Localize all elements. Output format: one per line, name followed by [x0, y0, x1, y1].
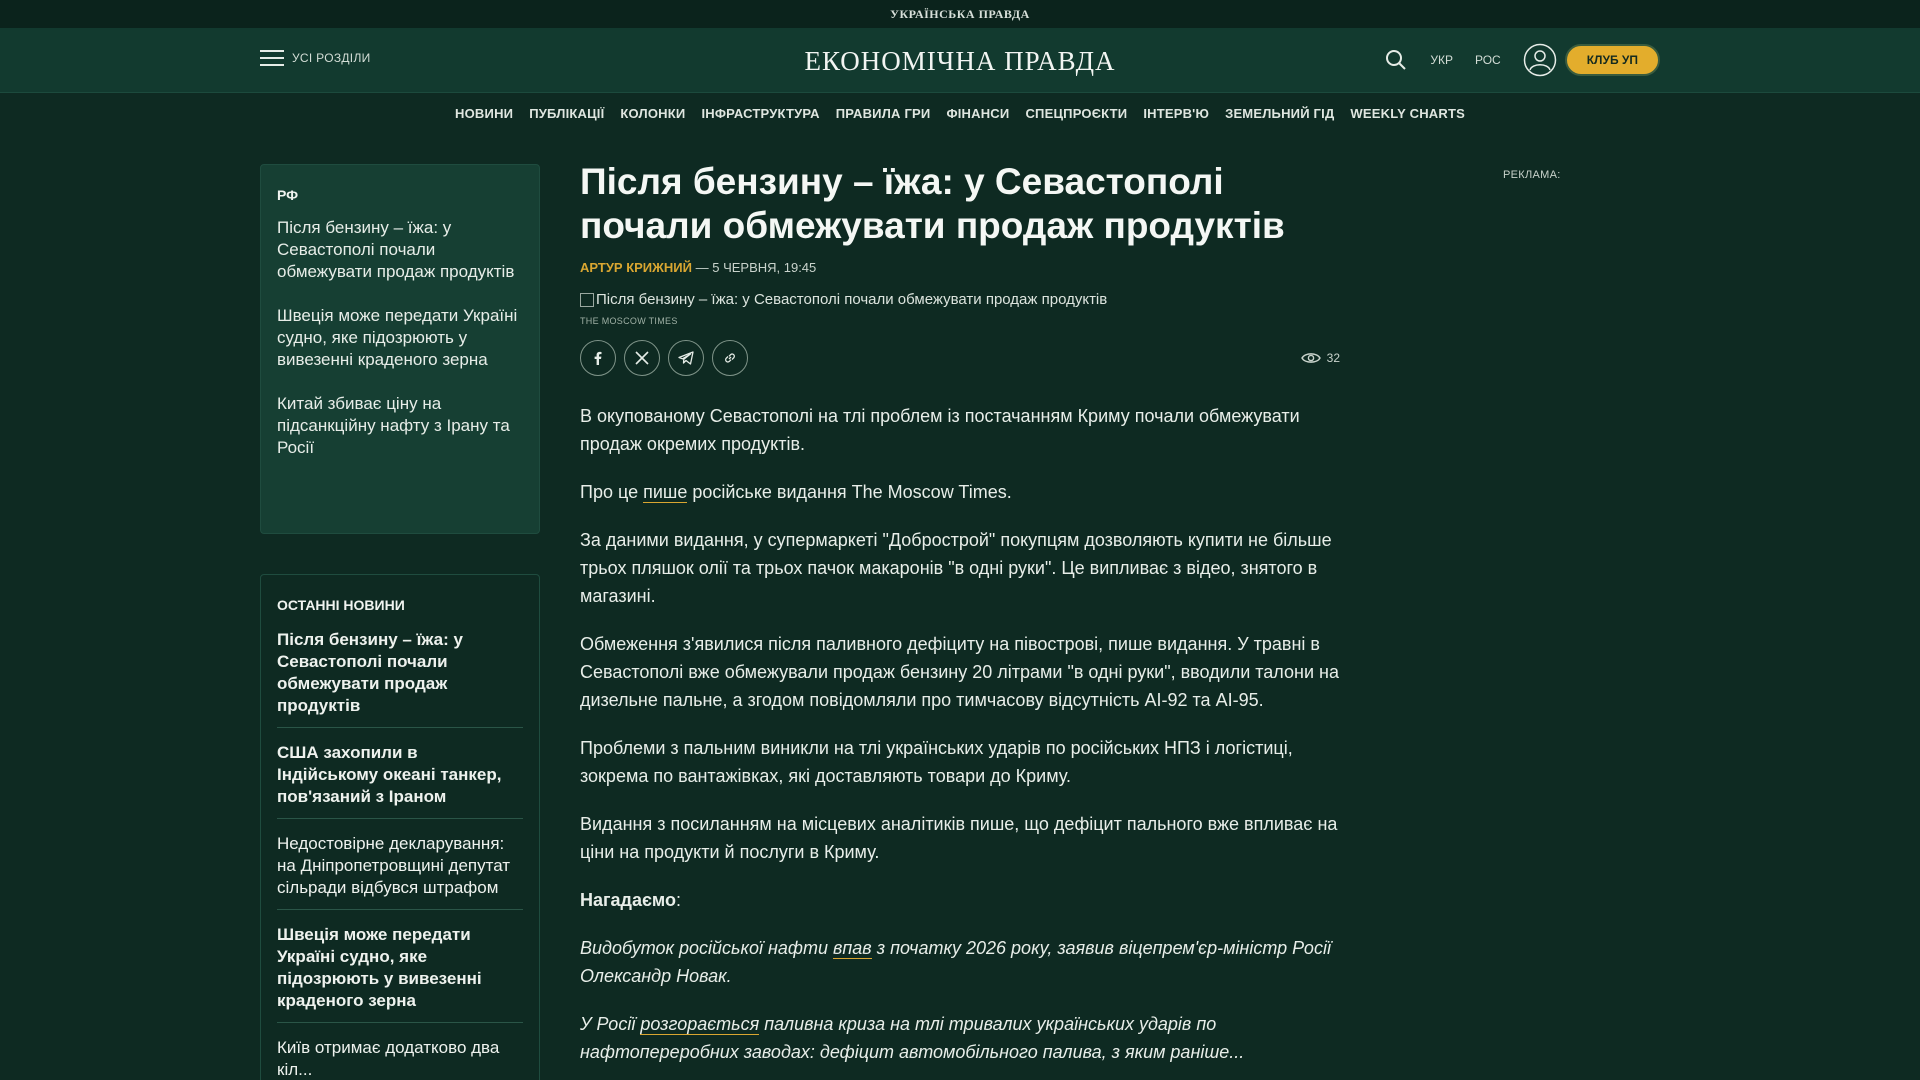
article-paragraph: В окупованому Севастополі на тлі проблем…: [580, 406, 1300, 454]
latest-news-item[interactable]: Швеція може передати Україні судно, яке …: [277, 920, 523, 1023]
rf-topic-item[interactable]: Швеція може передати Україні судно, яке …: [277, 305, 523, 371]
rf-topic-item[interactable]: Китай збиває ціну на підсанкційну нафту …: [277, 393, 523, 459]
byline: АРТУР КРИЖНИЙ — 5 ЧЕРВНЯ, 19:45: [580, 260, 1340, 275]
article-paragraph: Видобуток російської нафти впав з початк…: [580, 938, 1331, 986]
author-link[interactable]: АРТУР КРИЖНИЙ: [580, 260, 692, 275]
nav-item-finance[interactable]: ФІНАНСИ: [946, 106, 1009, 121]
nav-item-news[interactable]: НОВИНИ: [455, 106, 513, 121]
lang-ukr-link[interactable]: УКР: [1430, 53, 1453, 67]
article-paragraph: Проблеми з пальним виникли на тлі україн…: [580, 738, 1293, 786]
latest-news-box: ОСТАННІ НОВИНИ Після бензину – їжа: у Се…: [260, 574, 540, 1080]
search-icon[interactable]: [1384, 48, 1408, 72]
image-alt-text: Після бензину – їжа: у Севастополі почал…: [596, 291, 1108, 308]
ad-label: РЕКЛАМА:: [1503, 169, 1561, 181]
x-icon: [635, 351, 649, 365]
latest-news-item[interactable]: Після бензину – їжа: у Севастополі почал…: [277, 625, 523, 728]
facebook-icon: [594, 351, 602, 365]
nav-item-columns[interactable]: КОЛОНКИ: [620, 106, 685, 121]
main-nav: НОВИНИ ПУБЛІКАЦІЇ КОЛОНКИ ІНФРАСТРУКТУРА…: [0, 93, 1920, 133]
view-count: 32: [1326, 351, 1340, 365]
image-credit: THE MOSCOW TIMES: [580, 316, 678, 326]
source-link[interactable]: пише: [643, 482, 688, 503]
nav-item-special-projects[interactable]: СПЕЦПРОЄКТИ: [1025, 106, 1127, 121]
view-counter: 32: [1300, 351, 1340, 365]
nav-item-rules[interactable]: ПРАВИЛА ГРИ: [836, 106, 931, 121]
share-telegram-button[interactable]: [668, 340, 704, 376]
telegram-icon: [678, 351, 694, 365]
nav-item-weekly-charts[interactable]: WEEKLY CHARTS: [1350, 106, 1465, 121]
latest-news-item[interactable]: США захопили в Індійському океані танкер…: [277, 738, 523, 819]
article-paragraph: Видання з посиланням на місцевих аналіти…: [580, 814, 1338, 862]
rf-topic-box: РФ Після бензину – їжа: у Севастополі по…: [260, 164, 540, 534]
related-link[interactable]: впав: [832, 938, 872, 959]
top-strip-label[interactable]: УКРАЇНСЬКА ПРАВДА: [890, 7, 1030, 22]
all-sections-button[interactable]: УСІ РОЗДІЛИ: [260, 50, 371, 66]
latest-news-title: ОСТАННІ НОВИНИ: [277, 597, 405, 613]
article-paragraph: За даними видання, у супермаркеті "Добро…: [580, 530, 1332, 606]
reminder-heading: Нагадаємо:: [580, 890, 681, 910]
rf-topic-title[interactable]: РФ: [277, 187, 523, 203]
broken-image-icon: [580, 292, 594, 307]
rf-topic-item[interactable]: Після бензину – їжа: у Севастополі почал…: [277, 217, 523, 283]
share-facebook-button[interactable]: [580, 340, 616, 376]
article-image: Після бензину – їжа: у Севастополі почал…: [580, 291, 1340, 308]
lang-ros-link[interactable]: РОС: [1475, 53, 1501, 67]
hamburger-icon: [260, 50, 284, 66]
top-strip: УКРАЇНСЬКА ПРАВДА: [0, 0, 1920, 28]
club-up-button[interactable]: КЛУБ УП: [1564, 44, 1660, 76]
all-sections-label: УСІ РОЗДІЛИ: [292, 51, 371, 65]
article-paragraph: У Росії розгорається паливна криза на тл…: [580, 1014, 1245, 1062]
related-link[interactable]: розгорається: [640, 1014, 760, 1035]
eye-icon: [1300, 353, 1321, 363]
copy-link-button[interactable]: [712, 340, 748, 376]
header: УСІ РОЗДІЛИ ЕКОНОМІЧНА ПРАВДА УКР РОС КЛ…: [0, 28, 1920, 93]
nav-item-infrastructure[interactable]: ІНФРАСТРУКТУРА: [701, 106, 819, 121]
share-row: 32: [580, 340, 1340, 376]
article-title: Після бензину – їжа: у Севастополі почал…: [580, 161, 1285, 246]
latest-news-item[interactable]: Недостовірне декларування: на Дніпропетр…: [277, 829, 523, 910]
article-paragraph: Про це пише російське видання The Moscow…: [580, 482, 1012, 503]
latest-news-item[interactable]: Київ отримає додатково два кіл...: [277, 1033, 523, 1080]
nav-item-interview[interactable]: ІНТЕРВ'Ю: [1143, 106, 1209, 121]
sidebar: РФ Після бензину – їжа: у Севастополі по…: [260, 164, 540, 1080]
link-icon: [725, 353, 735, 363]
publish-date: — 5 ЧЕРВНЯ, 19:45: [695, 260, 817, 275]
nav-item-land-guide[interactable]: ЗЕМЕЛЬНИЙ ГІД: [1225, 106, 1334, 121]
user-icon[interactable]: [1523, 43, 1557, 77]
article-paragraph: Обмеження з'явилися після паливного дефі…: [580, 634, 1339, 710]
article: Після бензину – їжа: у Севастополі почал…: [580, 160, 1340, 1066]
share-x-button[interactable]: [624, 340, 660, 376]
nav-item-publications[interactable]: ПУБЛІКАЦІЇ: [529, 106, 604, 121]
site-logo[interactable]: ЕКОНОМІЧНА ПРАВДА: [804, 46, 1115, 76]
